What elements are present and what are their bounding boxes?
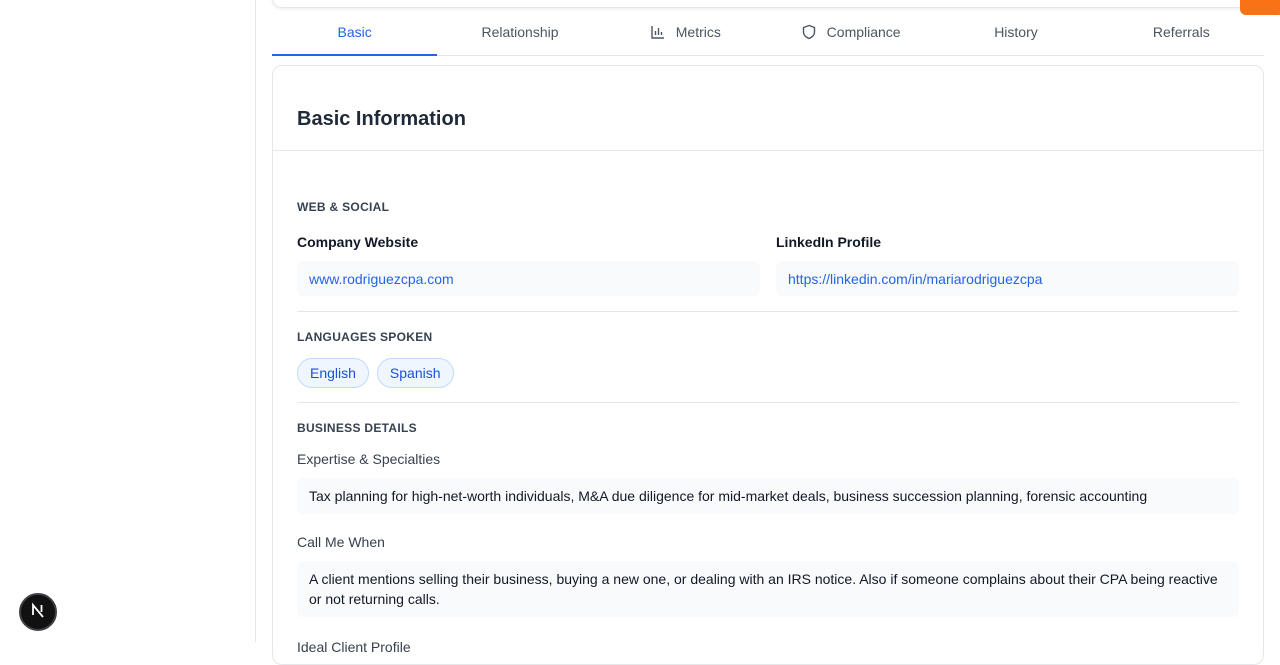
tab-relationship[interactable]: Relationship [437, 8, 602, 55]
tab-label: Referrals [1152, 23, 1210, 40]
section-title: BUSINESS DETAILS [297, 421, 417, 435]
web-social-section: WEB & SOCIAL Company Website www.rodrigu… [297, 151, 1239, 312]
expertise-value: Tax planning for high-net-worth individu… [297, 478, 1239, 514]
basic-information-card: Basic Information WEB & SOCIAL Company W… [272, 65, 1264, 665]
linkedin-profile-link[interactable]: https://linkedin.com/in/mariarodriguezcp… [788, 271, 1042, 287]
tab-label: Metrics [675, 23, 721, 40]
header-card-edge [272, 0, 1248, 8]
field-label: Call Me When [297, 534, 385, 550]
languages-section: LANGUAGES SPOKEN English Spanish [297, 312, 1239, 403]
field-label: Expertise & Specialties [297, 451, 441, 467]
call-me-when-field: Call Me When A client mentions selling t… [297, 534, 1239, 617]
card-body: WEB & SOCIAL Company Website www.rodrigu… [273, 151, 1263, 655]
field-label: Company Website [297, 234, 419, 250]
tab-history[interactable]: History [933, 8, 1098, 55]
language-chip: English [297, 358, 369, 388]
linkedin-value-box: https://linkedin.com/in/mariarodriguezcp… [776, 261, 1239, 296]
field-label: LinkedIn Profile [776, 234, 882, 250]
nextjs-dev-badge[interactable] [19, 593, 57, 631]
tab-label: History [994, 23, 1038, 40]
tab-basic[interactable]: Basic [272, 8, 438, 56]
language-chips: English Spanish [297, 358, 1239, 388]
section-title: LANGUAGES SPOKEN [297, 330, 433, 344]
company-website-link[interactable]: www.rodriguezcpa.com [309, 271, 454, 287]
tab-compliance[interactable]: Compliance [768, 8, 933, 55]
card-header: Basic Information [273, 66, 1263, 151]
tab-label: Compliance [826, 23, 901, 40]
web-social-grid: Company Website www.rodriguezcpa.com Lin… [297, 234, 1239, 296]
company-website-field: Company Website www.rodriguezcpa.com [297, 234, 760, 296]
linkedin-profile-field: LinkedIn Profile https://linkedin.com/in… [776, 234, 1239, 296]
ideal-client-profile-label: Ideal Client Profile [297, 639, 411, 655]
tab-label: Relationship [481, 23, 559, 40]
call-me-when-value: A client mentions selling their business… [297, 561, 1239, 617]
section-title: WEB & SOCIAL [297, 200, 390, 214]
main-content: Basic Relationship Metrics Compliance Hi… [256, 0, 1280, 665]
tab-label: Basic [337, 23, 372, 40]
expertise-field: Expertise & Specialties Tax planning for… [297, 451, 1239, 514]
bar-chart-icon [650, 24, 666, 40]
tab-bar: Basic Relationship Metrics Compliance Hi… [272, 8, 1264, 56]
tab-metrics[interactable]: Metrics [603, 8, 768, 55]
language-chip: Spanish [376, 358, 454, 388]
tab-referrals[interactable]: Referrals [1099, 8, 1264, 55]
website-value-box: www.rodriguezcpa.com [297, 261, 760, 296]
shield-icon [801, 24, 817, 40]
card-title: Basic Information [297, 108, 466, 130]
n-logo-icon [29, 601, 47, 624]
sidebar [0, 0, 256, 642]
business-details-section: BUSINESS DETAILS Expertise & Specialties… [297, 403, 1239, 655]
